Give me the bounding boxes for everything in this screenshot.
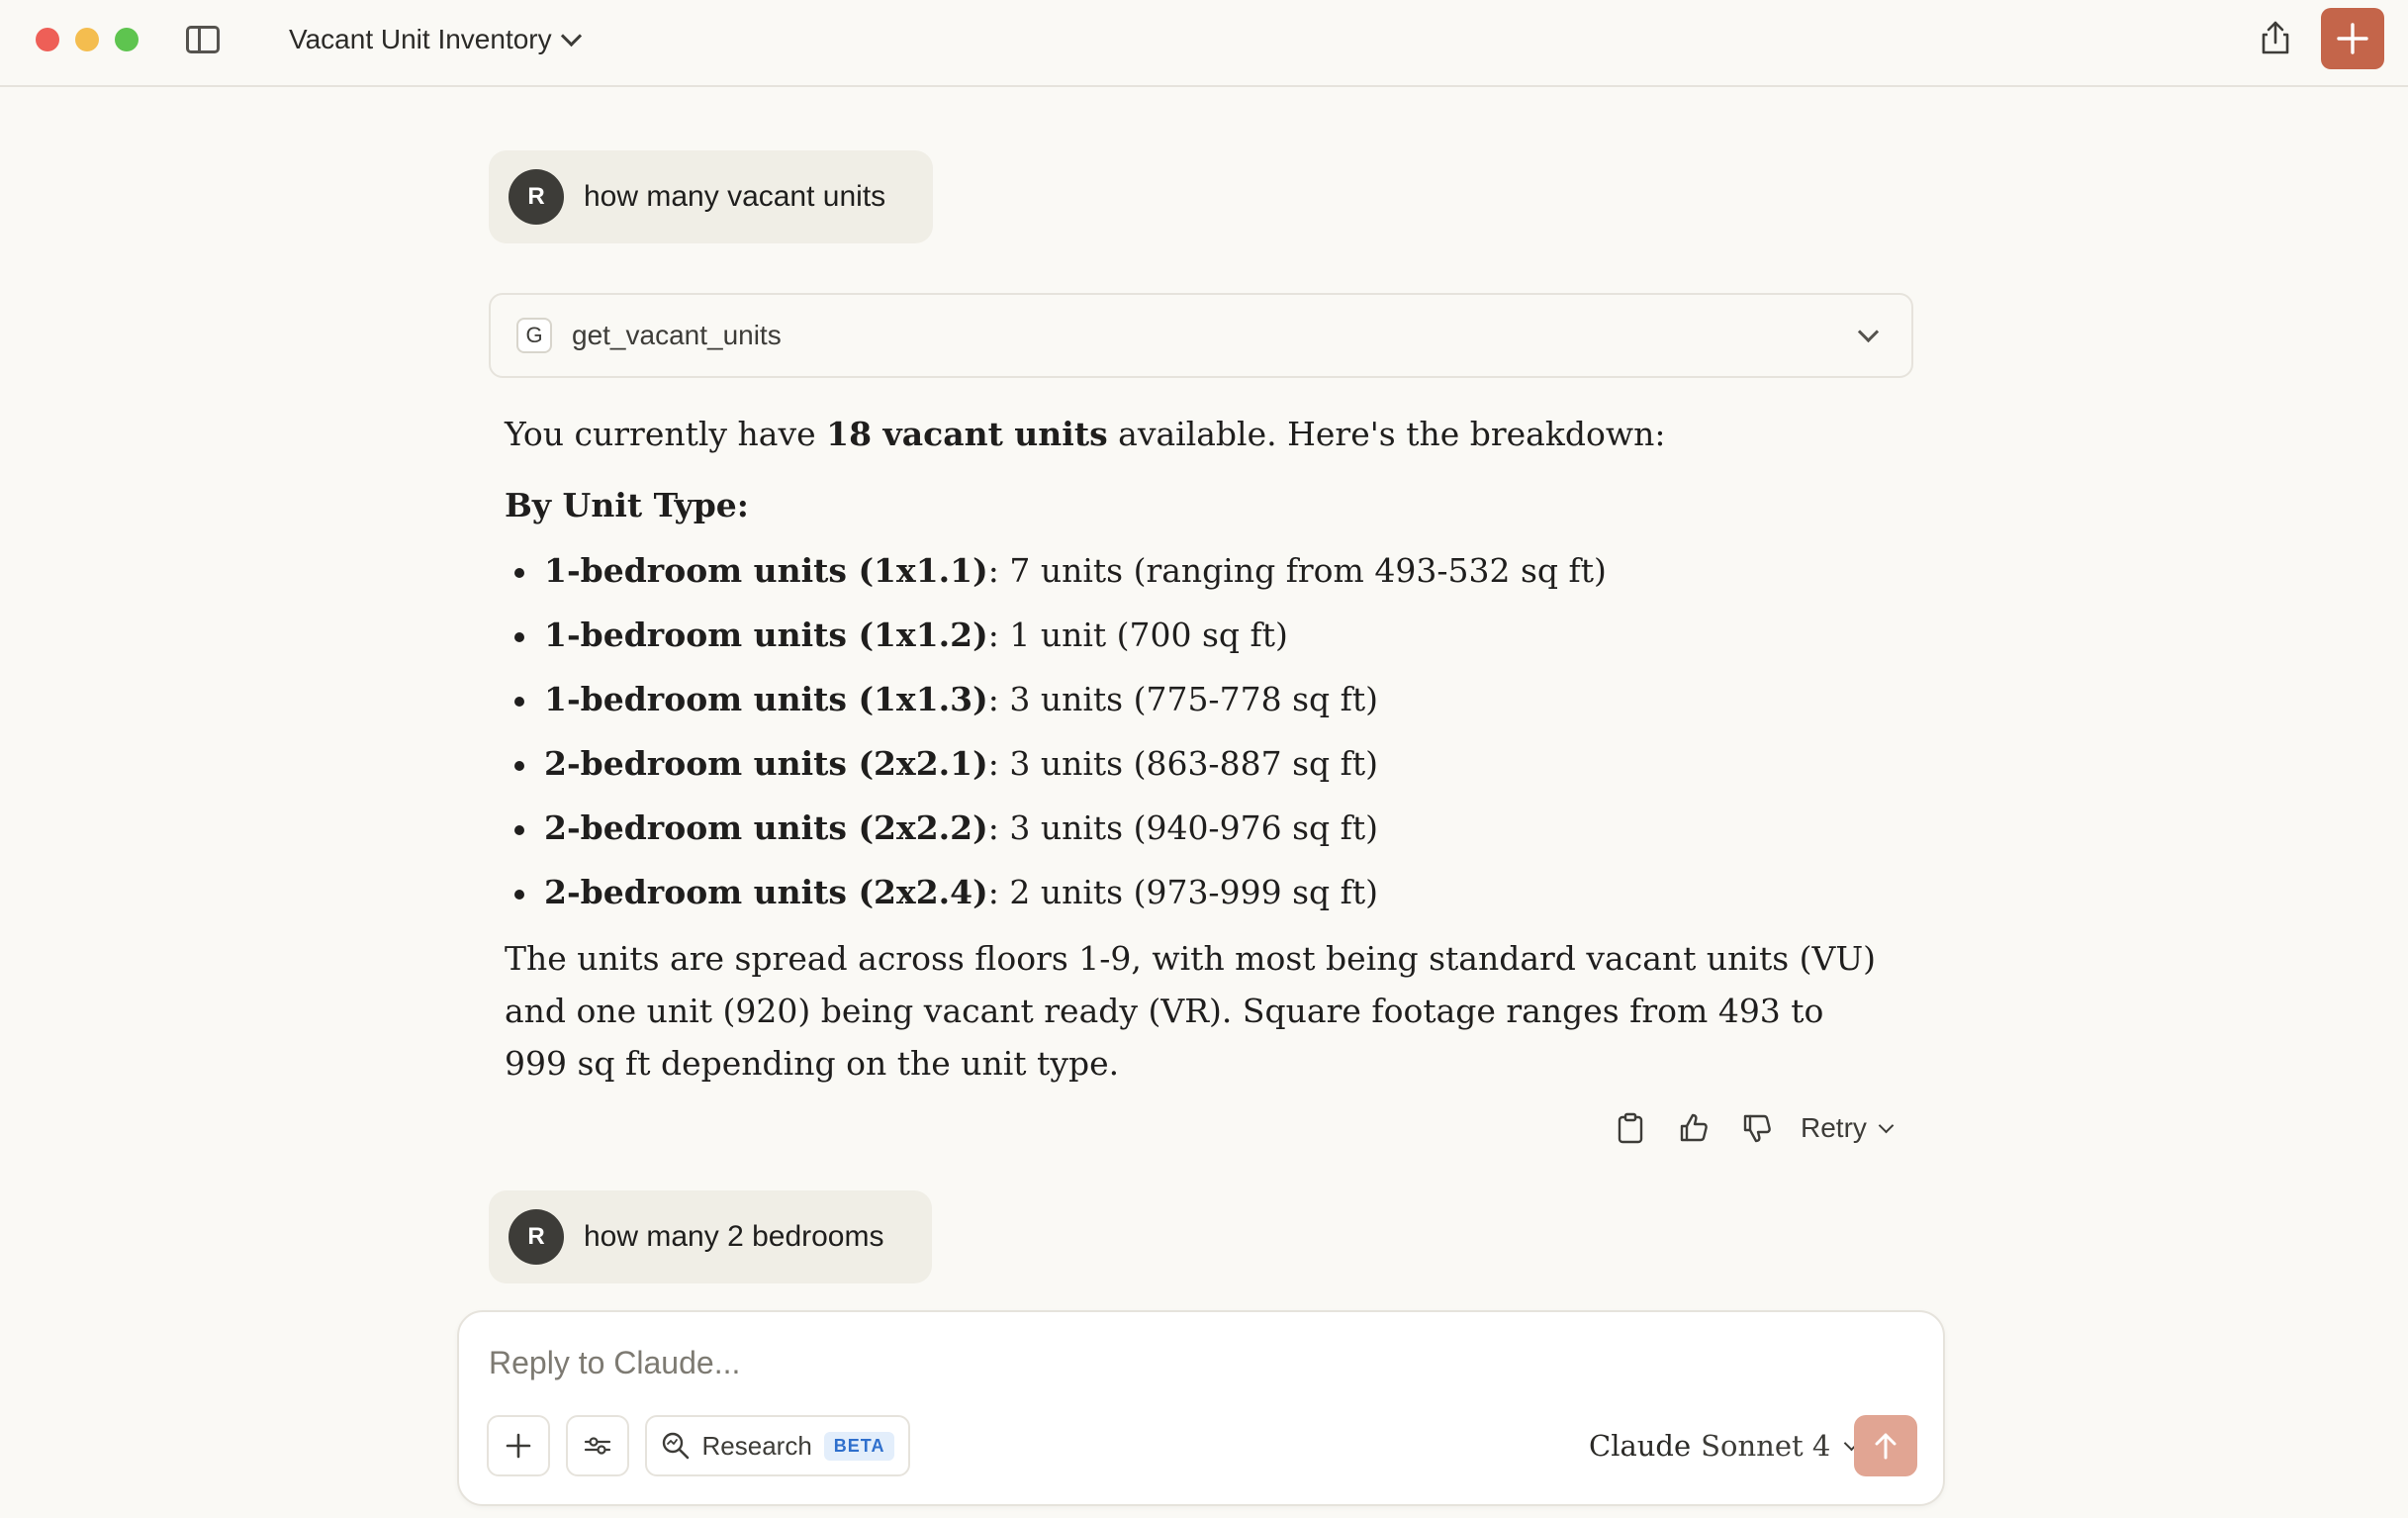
conversation-title-menu[interactable]: Vacant Unit Inventory (289, 20, 582, 59)
thumbs-down-icon (1743, 1114, 1771, 1143)
close-window-button[interactable] (36, 28, 59, 51)
list-item: 1-bedroom units (1x1.2): 1 unit (700 sq … (505, 609, 1607, 673)
beta-badge: BETA (823, 1431, 895, 1461)
list-item-detail: : 3 units (775-778 sq ft) (987, 680, 1378, 718)
list-item-detail: : 7 units (ranging from 493-532 sq ft) (987, 551, 1607, 590)
composer: Research BETA Claude Sonnet 4 (457, 1310, 1945, 1506)
app-window: Vacant Unit Inventory R how many vacant … (0, 0, 2408, 1518)
thumbs-down-button[interactable] (1725, 1106, 1789, 1150)
share-icon (2262, 21, 2289, 54)
unit-type-list: 1-bedroom units (1x1.1): 7 units (rangin… (505, 544, 1607, 930)
minimize-window-button[interactable] (75, 28, 99, 51)
clipboard-icon (1618, 1112, 1643, 1144)
list-item-label: 2-bedroom units (2x2.1) (544, 744, 988, 783)
model-name: Sonnet 4 (1701, 1429, 1831, 1463)
list-item-label: 1-bedroom units (1x1.1) (544, 551, 988, 590)
research-label: Research (701, 1430, 812, 1461)
thumbs-up-button[interactable] (1662, 1106, 1725, 1150)
thumbs-up-icon (1680, 1113, 1708, 1142)
zoom-window-button[interactable] (115, 28, 139, 51)
retry-button[interactable]: Retry (1801, 1112, 1895, 1144)
reply-input[interactable] (487, 1342, 1678, 1383)
send-button[interactable] (1854, 1415, 1917, 1476)
list-item-detail: : 3 units (863-887 sq ft) (987, 744, 1378, 783)
title-bar: Vacant Unit Inventory (0, 0, 2408, 87)
tool-name: get_vacant_units (572, 320, 782, 350)
list-item-detail: : 1 unit (700 sq ft) (987, 616, 1288, 654)
chevron-down-icon (560, 25, 582, 47)
model-selector[interactable]: Claude Sonnet 4 (1589, 1429, 1860, 1463)
plus-icon (506, 1433, 531, 1459)
list-item-label: 1-bedroom units (1x1.3) (544, 680, 988, 718)
list-item-label: 2-bedroom units (2x2.4) (544, 873, 988, 911)
sliders-icon (584, 1437, 611, 1455)
assistant-intro: You currently have 18 vacant units avail… (505, 408, 1665, 460)
list-item: 2-bedroom units (2x2.4): 2 units (973-99… (505, 866, 1607, 930)
tools-button[interactable] (566, 1415, 629, 1476)
list-item: 2-bedroom units (2x2.2): 3 units (940-97… (505, 802, 1607, 866)
conversation-title: Vacant Unit Inventory (289, 24, 552, 54)
research-button[interactable]: Research BETA (645, 1415, 910, 1476)
tool-call-disclosure[interactable]: G get_vacant_units (489, 293, 1913, 378)
model-brand: Claude (1589, 1429, 1692, 1463)
list-item: 1-bedroom units (1x1.1): 7 units (rangin… (505, 544, 1607, 609)
share-button[interactable] (2256, 18, 2295, 57)
list-item-detail: : 3 units (940-976 sq ft) (987, 808, 1378, 847)
retry-label: Retry (1801, 1112, 1867, 1143)
chevron-down-icon (1857, 321, 1880, 343)
list-item: 2-bedroom units (2x2.1): 3 units (863-88… (505, 737, 1607, 802)
message-actions: Retry (1599, 1106, 1895, 1150)
sidebar-icon[interactable] (186, 26, 220, 53)
section-heading: By Unit Type: (505, 486, 749, 524)
plus-icon (2337, 23, 2368, 54)
intro-bold: 18 vacant units (826, 415, 1108, 453)
chevron-down-icon (1878, 1117, 1895, 1133)
search-icon (662, 1432, 689, 1460)
avatar: R (509, 169, 564, 225)
tool-icon: G (516, 318, 552, 353)
intro-prefix: You currently have (505, 415, 827, 453)
user-message-text: how many vacant units (584, 180, 886, 213)
list-item-detail: : 2 units (973-999 sq ft) (987, 873, 1378, 911)
avatar: R (509, 1209, 564, 1265)
add-attachment-button[interactable] (487, 1415, 550, 1476)
user-message: R how many vacant units (489, 150, 934, 243)
list-item: 1-bedroom units (1x1.3): 3 units (775-77… (505, 673, 1607, 737)
new-chat-button[interactable] (2321, 8, 2384, 69)
assistant-summary: The units are spread across floors 1-9, … (505, 939, 1877, 1083)
user-message-text: how many 2 bedrooms (584, 1220, 884, 1253)
intro-suffix: available. Here's the breakdown: (1107, 415, 1666, 453)
list-item-label: 2-bedroom units (2x2.2) (544, 808, 988, 847)
list-item-label: 1-bedroom units (1x1.2) (544, 616, 988, 654)
copy-button[interactable] (1599, 1106, 1662, 1150)
user-message: R how many 2 bedrooms (489, 1190, 932, 1283)
arrow-up-icon (1875, 1433, 1897, 1460)
